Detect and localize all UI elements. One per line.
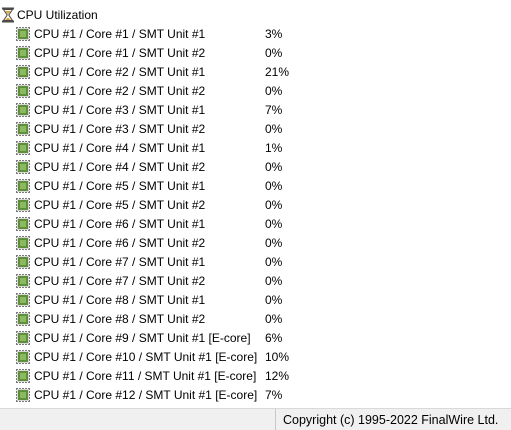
sensor-row[interactable]: CPU #1 / Core #2 / SMT Unit #2 0% [0, 81, 511, 100]
sensor-row[interactable]: CPU #1 / Core #10 / SMT Unit #1 [E-core]… [0, 347, 511, 366]
sensor-name: CPU #1 / Core #6 / SMT Unit #1 [34, 217, 206, 231]
cpu-chip-icon [16, 65, 30, 79]
sensor-name: CPU #1 / Core #7 / SMT Unit #1 [34, 255, 206, 269]
cpu-chip-icon [16, 179, 30, 193]
cpu-chip-icon [16, 160, 30, 174]
sensor-row[interactable]: CPU #1 / Core #6 / SMT Unit #1 0% [0, 214, 511, 233]
sensor-value: 0% [265, 84, 283, 98]
sensor-row[interactable]: CPU #1 / Core #5 / SMT Unit #1 0% [0, 176, 511, 195]
cpu-chip-icon [16, 350, 30, 364]
sensor-row[interactable]: CPU #1 / Core #11 / SMT Unit #1 [E-core]… [0, 366, 511, 385]
sensor-name: CPU #1 / Core #10 / SMT Unit #1 [E-core] [34, 350, 258, 364]
sensor-value: 0% [265, 255, 283, 269]
cpu-chip-icon [16, 46, 30, 60]
sensor-name: CPU #1 / Core #2 / SMT Unit #1 [34, 65, 206, 79]
cpu-chip-icon [16, 103, 30, 117]
cpu-chip-icon [16, 236, 30, 250]
sensor-name: CPU #1 / Core #3 / SMT Unit #1 [34, 103, 206, 117]
sensor-row[interactable]: CPU #1 / Core #12 / SMT Unit #1 [E-core]… [0, 385, 511, 404]
sensor-value: 0% [265, 122, 283, 136]
sensor-name: CPU #1 / Core #2 / SMT Unit #2 [34, 84, 206, 98]
status-bar-left-pane [0, 409, 276, 430]
sensor-value: 0% [265, 46, 283, 60]
sensor-name: CPU #1 / Core #4 / SMT Unit #2 [34, 160, 206, 174]
sensor-name: CPU #1 / Core #4 / SMT Unit #1 [34, 141, 206, 155]
group-cpu-utilization[interactable]: CPU Utilization [0, 5, 511, 24]
cpu-chip-icon [16, 274, 30, 288]
sensor-value: 0% [265, 160, 283, 174]
sensor-value: 6% [265, 331, 283, 345]
cpu-chip-icon [16, 122, 30, 136]
sensor-value: 0% [265, 293, 283, 307]
sensor-value: 1% [265, 141, 283, 155]
sensor-row[interactable]: CPU #1 / Core #6 / SMT Unit #2 0% [0, 233, 511, 252]
sensor-row[interactable]: CPU #1 / Core #3 / SMT Unit #2 0% [0, 119, 511, 138]
sensor-name: CPU #1 / Core #3 / SMT Unit #2 [34, 122, 206, 136]
sensor-value: 0% [265, 274, 283, 288]
sensor-value: 0% [265, 179, 283, 193]
copyright-text: Copyright (c) 1995-2022 FinalWire Ltd. [283, 413, 499, 427]
sensor-row[interactable]: CPU #1 / Core #9 / SMT Unit #1 [E-core] 6… [0, 328, 511, 347]
sensor-value: 21% [265, 65, 290, 79]
cpu-chip-icon [16, 312, 30, 326]
sensor-name: CPU #1 / Core #1 / SMT Unit #2 [34, 46, 206, 60]
sensor-rows: CPU #1 / Core #1 / SMT Unit #1 3% CPU #1 /… [0, 24, 511, 404]
sensor-name: CPU #1 / Core #9 / SMT Unit #1 [E-core] [34, 331, 251, 345]
sensor-value: 3% [265, 27, 283, 41]
sensor-row[interactable]: CPU #1 / Core #5 / SMT Unit #2 0% [0, 195, 511, 214]
cpu-chip-icon [16, 369, 30, 383]
sensor-tree[interactable]: CPU Utilization CPU #1 / Core #1 / SMT U… [0, 0, 511, 408]
sensor-row[interactable]: CPU #1 / Core #1 / SMT Unit #2 0% [0, 43, 511, 62]
status-bar: Copyright (c) 1995-2022 FinalWire Ltd. [0, 408, 511, 430]
cpu-chip-icon [16, 331, 30, 345]
sensor-name: CPU #1 / Core #5 / SMT Unit #2 [34, 198, 206, 212]
sensor-value: 12% [265, 369, 290, 383]
sensor-value: 7% [265, 103, 283, 117]
cpu-chip-icon [16, 84, 30, 98]
sensor-name: CPU #1 / Core #1 / SMT Unit #1 [34, 27, 206, 41]
sensor-name: CPU #1 / Core #8 / SMT Unit #2 [34, 312, 206, 326]
sensor-row[interactable]: CPU #1 / Core #8 / SMT Unit #1 0% [0, 290, 511, 309]
sensor-value: 0% [265, 312, 283, 326]
cpu-chip-icon [16, 141, 30, 155]
sensor-row[interactable]: CPU #1 / Core #8 / SMT Unit #2 0% [0, 309, 511, 328]
sensor-name: CPU #1 / Core #6 / SMT Unit #2 [34, 236, 206, 250]
sensor-value: 0% [265, 236, 283, 250]
sensor-row[interactable]: CPU #1 / Core #7 / SMT Unit #2 0% [0, 271, 511, 290]
cpu-chip-icon [16, 217, 30, 231]
app-window: CPU Utilization CPU #1 / Core #1 / SMT U… [0, 0, 511, 430]
cpu-chip-icon [16, 255, 30, 269]
group-label: CPU Utilization [17, 8, 98, 22]
sensor-row[interactable]: CPU #1 / Core #1 / SMT Unit #1 3% [0, 24, 511, 43]
sensor-name: CPU #1 / Core #12 / SMT Unit #1 [E-core] [34, 388, 258, 402]
sensor-row[interactable]: CPU #1 / Core #4 / SMT Unit #2 0% [0, 157, 511, 176]
sensor-row[interactable]: CPU #1 / Core #4 / SMT Unit #1 1% [0, 138, 511, 157]
cpu-chip-icon [16, 198, 30, 212]
sensor-name: CPU #1 / Core #5 / SMT Unit #1 [34, 179, 206, 193]
cpu-chip-icon [16, 388, 30, 402]
cpu-chip-icon [16, 27, 30, 41]
hourglass-icon [1, 7, 15, 23]
sensor-name: CPU #1 / Core #8 / SMT Unit #1 [34, 293, 206, 307]
sensor-value: 7% [265, 388, 283, 402]
sensor-name: CPU #1 / Core #7 / SMT Unit #2 [34, 274, 206, 288]
sensor-value: 10% [265, 350, 290, 364]
sensor-row[interactable]: CPU #1 / Core #2 / SMT Unit #1 21% [0, 62, 511, 81]
sensor-row[interactable]: CPU #1 / Core #7 / SMT Unit #1 0% [0, 252, 511, 271]
sensor-value: 0% [265, 217, 283, 231]
sensor-row[interactable]: CPU #1 / Core #3 / SMT Unit #1 7% [0, 100, 511, 119]
sensor-value: 0% [265, 198, 283, 212]
cpu-chip-icon [16, 293, 30, 307]
sensor-name: CPU #1 / Core #11 / SMT Unit #1 [E-core] [34, 369, 257, 383]
